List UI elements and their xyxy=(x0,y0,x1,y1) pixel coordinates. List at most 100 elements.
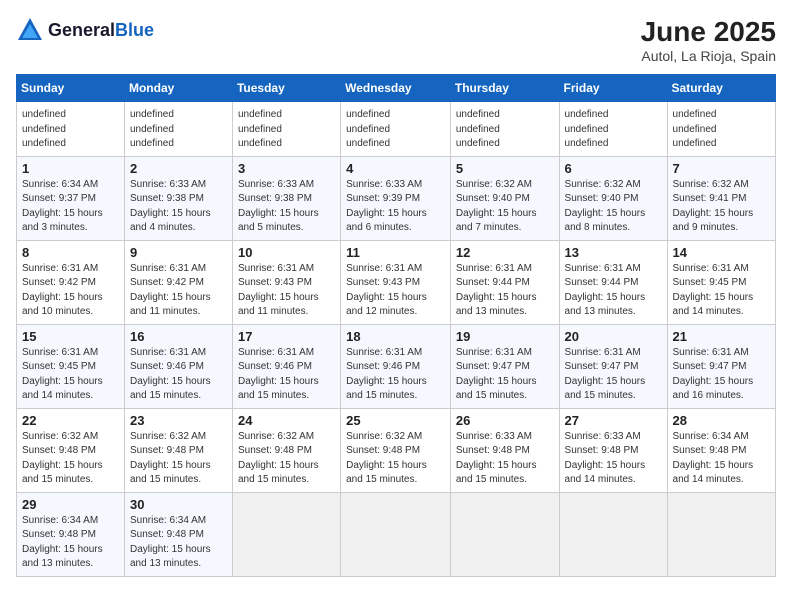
day-info: undefinedundefinedundefined xyxy=(22,108,119,152)
day-number: 28 xyxy=(673,413,770,428)
day-info: Sunrise: 6:31 AMSunset: 9:42 PMDaylight:… xyxy=(130,262,227,320)
calendar-header-row: Sunday Monday Tuesday Wednesday Thursday… xyxy=(17,75,776,102)
day-number: 22 xyxy=(22,413,119,428)
day-number: 16 xyxy=(130,329,227,344)
page-header: GeneralBlue June 2025 Autol, La Rioja, S… xyxy=(16,16,776,64)
calendar-cell: undefinedundefinedundefined xyxy=(341,102,451,157)
day-info: Sunrise: 6:31 AMSunset: 9:44 PMDaylight:… xyxy=(565,262,662,320)
calendar-cell: 3Sunrise: 6:33 AMSunset: 9:38 PMDaylight… xyxy=(232,156,340,240)
day-info: Sunrise: 6:32 AMSunset: 9:40 PMDaylight:… xyxy=(565,178,662,236)
day-info: Sunrise: 6:31 AMSunset: 9:46 PMDaylight:… xyxy=(346,346,445,404)
calendar-cell: 18 Sunrise: 6:31 AMSunset: 9:46 PMDayligh… xyxy=(341,324,451,408)
day-number: 20 xyxy=(565,329,662,344)
calendar-cell: undefinedundefinedundefined xyxy=(667,102,775,157)
calendar-cell xyxy=(450,492,559,576)
col-saturday: Saturday xyxy=(667,75,775,102)
day-number: 8 xyxy=(22,245,119,260)
calendar-cell: 29 Sunrise: 6:34 AMSunset: 9:48 PMDayligh… xyxy=(17,492,125,576)
day-number: 25 xyxy=(346,413,445,428)
calendar-cell xyxy=(559,492,667,576)
calendar-cell: undefinedundefinedundefined xyxy=(124,102,232,157)
calendar-cell: 2 Sunrise: 6:33 AMSunset: 9:38 PMDaylight… xyxy=(124,156,232,240)
day-info: Sunrise: 6:32 AMSunset: 9:40 PMDaylight:… xyxy=(456,178,554,236)
col-wednesday: Wednesday xyxy=(341,75,451,102)
day-number: 19 xyxy=(456,329,554,344)
calendar-cell: 23 Sunrise: 6:32 AMSunset: 9:48 PMDayligh… xyxy=(124,408,232,492)
day-info: undefinedundefinedundefined xyxy=(238,108,335,152)
day-info: Sunrise: 6:34 AMSunset: 9:48 PMDaylight:… xyxy=(22,514,119,572)
day-info: Sunrise: 6:34 AMSunset: 9:48 PMDaylight:… xyxy=(673,430,770,488)
calendar-cell: 22 Sunrise: 6:32 AMSunset: 9:48 PMDayligh… xyxy=(17,408,125,492)
calendar-cell: 30Sunrise: 6:34 AMSunset: 9:48 PMDayligh… xyxy=(124,492,232,576)
calendar-cell: 25 Sunrise: 6:32 AMSunset: 9:48 PMDayligh… xyxy=(341,408,451,492)
day-info: undefinedundefinedundefined xyxy=(456,108,554,152)
calendar-cell: 20 Sunrise: 6:31 AMSunset: 9:47 PMDayligh… xyxy=(559,324,667,408)
calendar-cell: 9 Sunrise: 6:31 AMSunset: 9:42 PMDaylight… xyxy=(124,240,232,324)
day-info: Sunrise: 6:31 AMSunset: 9:42 PMDaylight:… xyxy=(22,262,119,320)
day-info: Sunrise: 6:31 AMSunset: 9:47 PMDaylight:… xyxy=(565,346,662,404)
day-info: undefinedundefinedundefined xyxy=(673,108,770,152)
calendar-week-row: 8 Sunrise: 6:31 AMSunset: 9:42 PMDaylight… xyxy=(17,240,776,324)
calendar-cell: 7Sunrise: 6:32 AMSunset: 9:41 PMDaylight… xyxy=(667,156,775,240)
day-info: Sunrise: 6:34 AMSunset: 9:48 PMDaylight:… xyxy=(130,514,227,572)
col-friday: Friday xyxy=(559,75,667,102)
calendar-cell: 15 Sunrise: 6:31 AMSunset: 9:45 PMDayligh… xyxy=(17,324,125,408)
day-info: Sunrise: 6:33 AMSunset: 9:39 PMDaylight:… xyxy=(346,178,445,236)
calendar-cell: 8 Sunrise: 6:31 AMSunset: 9:42 PMDaylight… xyxy=(17,240,125,324)
logo-text-blue: Blue xyxy=(115,20,154,40)
day-number: 5 xyxy=(456,161,554,176)
day-info: undefinedundefinedundefined xyxy=(130,108,227,152)
day-info: Sunrise: 6:31 AMSunset: 9:43 PMDaylight:… xyxy=(346,262,445,320)
calendar-cell xyxy=(341,492,451,576)
day-number: 29 xyxy=(22,497,119,512)
calendar-cell: 6Sunrise: 6:32 AMSunset: 9:40 PMDaylight… xyxy=(559,156,667,240)
day-number: 18 xyxy=(346,329,445,344)
day-info: Sunrise: 6:33 AMSunset: 9:48 PMDaylight:… xyxy=(456,430,554,488)
day-info: Sunrise: 6:34 AMSunset: 9:37 PMDaylight:… xyxy=(22,178,119,236)
calendar-week-row: 15 Sunrise: 6:31 AMSunset: 9:45 PMDayligh… xyxy=(17,324,776,408)
day-info: Sunrise: 6:32 AMSunset: 9:48 PMDaylight:… xyxy=(346,430,445,488)
day-number: 12 xyxy=(456,245,554,260)
day-number: 2 xyxy=(130,161,227,176)
day-info: Sunrise: 6:31 AMSunset: 9:46 PMDaylight:… xyxy=(238,346,335,404)
day-number: 7 xyxy=(673,161,770,176)
day-info: Sunrise: 6:31 AMSunset: 9:47 PMDaylight:… xyxy=(673,346,770,404)
calendar-week-row: 29 Sunrise: 6:34 AMSunset: 9:48 PMDayligh… xyxy=(17,492,776,576)
day-info: undefinedundefinedundefined xyxy=(346,108,445,152)
day-number: 23 xyxy=(130,413,227,428)
calendar-cell: undefinedundefinedundefined xyxy=(17,102,125,157)
day-number: 26 xyxy=(456,413,554,428)
calendar-cell: 12 Sunrise: 6:31 AMSunset: 9:44 PMDayligh… xyxy=(450,240,559,324)
logo: GeneralBlue xyxy=(16,16,154,44)
logo-text-general: General xyxy=(48,20,115,40)
title-area: June 2025 Autol, La Rioja, Spain xyxy=(641,16,776,64)
day-info: Sunrise: 6:33 AMSunset: 9:48 PMDaylight:… xyxy=(565,430,662,488)
day-number: 17 xyxy=(238,329,335,344)
calendar-cell xyxy=(667,492,775,576)
calendar-week-row: 22 Sunrise: 6:32 AMSunset: 9:48 PMDayligh… xyxy=(17,408,776,492)
calendar-cell: undefinedundefinedundefined xyxy=(450,102,559,157)
calendar-week-row: undefinedundefinedundefinedundefinedunde… xyxy=(17,102,776,157)
calendar-cell: 1Sunrise: 6:34 AMSunset: 9:37 PMDaylight… xyxy=(17,156,125,240)
day-number: 24 xyxy=(238,413,335,428)
day-number: 21 xyxy=(673,329,770,344)
day-number: 15 xyxy=(22,329,119,344)
calendar-cell: 16Sunrise: 6:31 AMSunset: 9:46 PMDayligh… xyxy=(124,324,232,408)
calendar-cell: 5 Sunrise: 6:32 AMSunset: 9:40 PMDaylight… xyxy=(450,156,559,240)
day-info: Sunrise: 6:33 AMSunset: 9:38 PMDaylight:… xyxy=(130,178,227,236)
day-info: Sunrise: 6:32 AMSunset: 9:48 PMDaylight:… xyxy=(22,430,119,488)
col-thursday: Thursday xyxy=(450,75,559,102)
day-number: 11 xyxy=(346,245,445,260)
calendar-week-row: 1Sunrise: 6:34 AMSunset: 9:37 PMDaylight… xyxy=(17,156,776,240)
calendar-cell: 27Sunrise: 6:33 AMSunset: 9:48 PMDayligh… xyxy=(559,408,667,492)
logo-icon xyxy=(16,16,44,44)
day-info: Sunrise: 6:31 AMSunset: 9:44 PMDaylight:… xyxy=(456,262,554,320)
col-tuesday: Tuesday xyxy=(232,75,340,102)
calendar-cell: undefinedundefinedundefined xyxy=(232,102,340,157)
day-info: Sunrise: 6:31 AMSunset: 9:45 PMDaylight:… xyxy=(22,346,119,404)
day-number: 9 xyxy=(130,245,227,260)
calendar-cell: 21 Sunrise: 6:31 AMSunset: 9:47 PMDayligh… xyxy=(667,324,775,408)
calendar-cell: 4Sunrise: 6:33 AMSunset: 9:39 PMDaylight… xyxy=(341,156,451,240)
day-number: 14 xyxy=(673,245,770,260)
day-info: Sunrise: 6:32 AMSunset: 9:48 PMDaylight:… xyxy=(130,430,227,488)
